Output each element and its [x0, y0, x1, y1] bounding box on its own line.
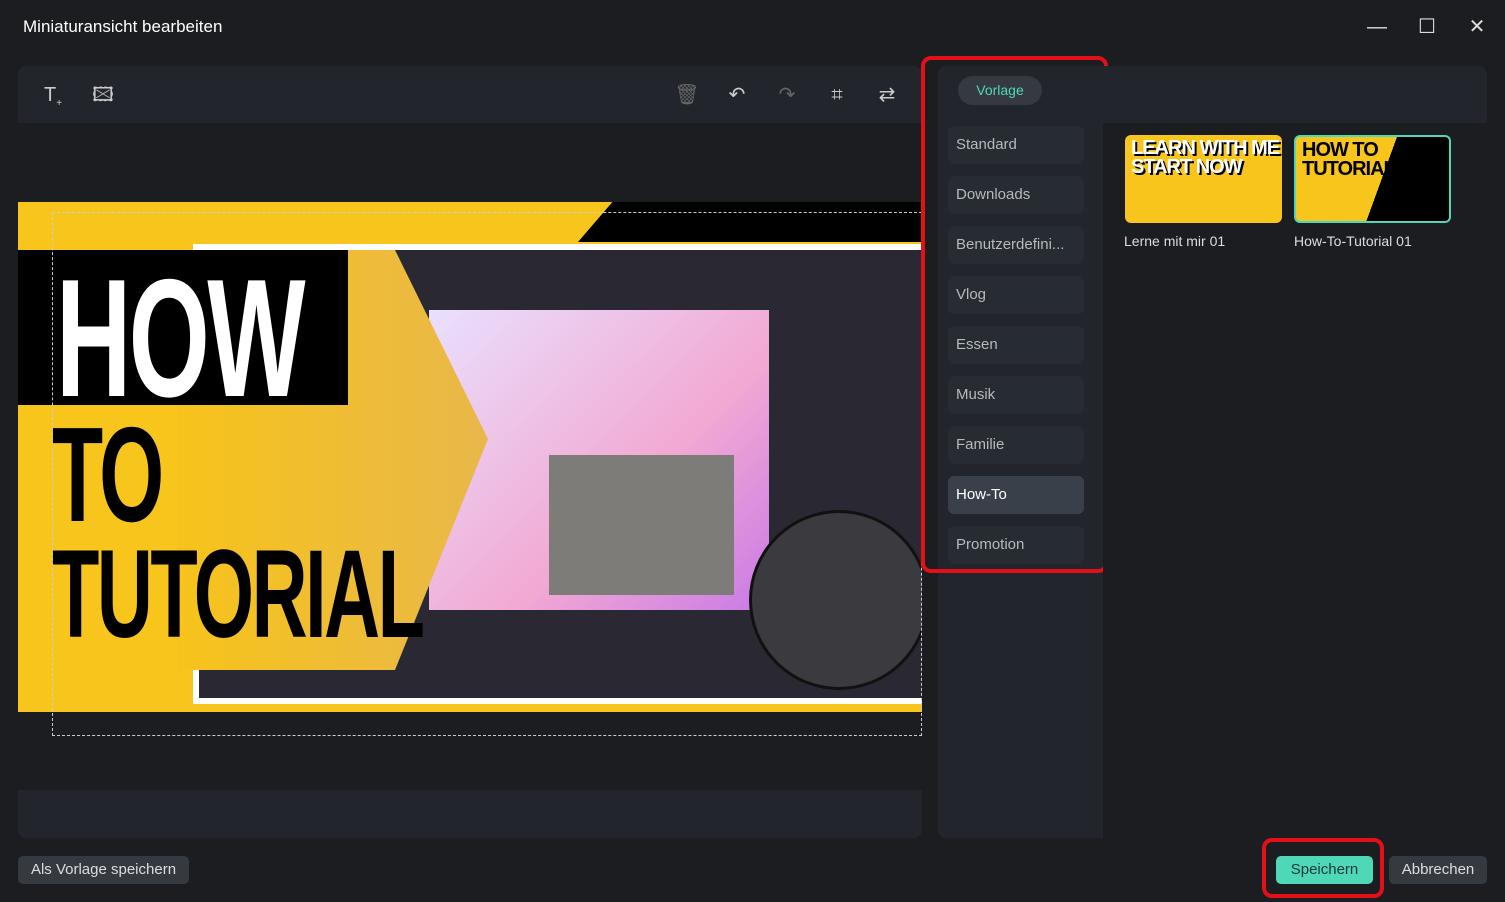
add-text-icon[interactable]: T+ [40, 82, 66, 109]
window-title: Miniaturansicht bearbeiten [23, 17, 223, 36]
undo-icon[interactable]: ↶ [724, 82, 750, 108]
editor-bottom-bar [18, 790, 922, 838]
template-card-how-to[interactable]: HOW TO TUTORIAL [1294, 135, 1451, 223]
template-panel: LEARN WITH ME START NOW Lerne mit mir 01… [1103, 66, 1487, 838]
delete-icon[interactable]: 🗑 [674, 82, 700, 108]
save-as-template-button[interactable]: Als Vorlage speichern [18, 856, 189, 884]
template-name: How-To-Tutorial 01 [1294, 233, 1412, 249]
selection-box[interactable] [52, 212, 922, 736]
replace-icon[interactable]: ⇄ [874, 82, 900, 108]
highlight-box-categories [921, 56, 1108, 573]
template-name: Lerne mit mir 01 [1124, 233, 1226, 249]
template-art-learn: LEARN WITH ME START NOW [1131, 137, 1280, 178]
close-button[interactable]: ✕ [1462, 12, 1492, 42]
minimize-button[interactable]: — [1362, 12, 1392, 42]
editor-toolbar: T+ 🖾 🗑 ↶ ↷ ⌗ ⇄ [18, 66, 922, 123]
maximize-button[interactable]: ☐ [1412, 12, 1442, 42]
save-button[interactable]: Speichern [1276, 856, 1373, 884]
template-card-learn[interactable]: LEARN WITH ME START NOW [1125, 135, 1282, 223]
add-image-icon[interactable]: 🖾 [90, 82, 116, 108]
cancel-button[interactable]: Abbrechen [1389, 856, 1487, 884]
template-art-how-to: HOW TO TUTORIAL [1302, 139, 1396, 180]
redo-icon[interactable]: ↷ [774, 82, 800, 108]
crop-icon[interactable]: ⌗ [824, 82, 850, 108]
template-panel-header [1103, 66, 1487, 123]
